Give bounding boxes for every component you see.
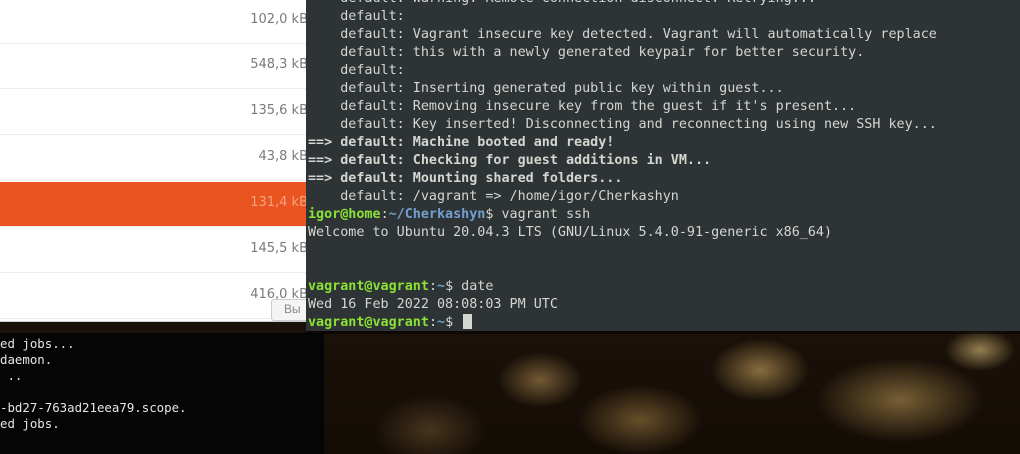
terminal-text: default: Inserting generated public key …: [308, 81, 784, 96]
terminal-text: Wed 16 Feb 2022 08:08:03 PM UTC: [308, 297, 558, 312]
background-terminal-line: ed jobs...: [0, 336, 75, 351]
background-terminal-line: -bd27-763ad21eea79.scope.: [0, 400, 187, 415]
prompt-command: $ date: [445, 279, 494, 294]
prompt-path: ~: [437, 315, 446, 330]
terminal-line: igor@home:~/Cherkashyn$ vagrant ssh: [308, 206, 937, 224]
terminal-output: default: Warning: Remote connection disc…: [308, 0, 937, 331]
terminal-line: Welcome to Ubuntu 20.04.3 LTS (GNU/Linux…: [308, 224, 937, 242]
prompt-user: vagrant@vagrant: [308, 315, 429, 330]
file-row[interactable]: 131,4 kB: [0, 182, 320, 227]
file-manager-window[interactable]: 416,0 kB 145,5 kB 131,4 kB 43,8 kB 135,6 kB 5…: [0, 0, 331, 322]
background-terminal-line: ed jobs.: [0, 416, 60, 431]
file-size: 102,0 kB: [250, 12, 308, 27]
terminal-line: vagrant@vagrant:~$ date: [308, 278, 937, 296]
file-size: 131,4 kB: [250, 195, 308, 210]
prompt-separator: :: [380, 207, 389, 222]
file-size: 135,6 kB: [250, 103, 308, 118]
terminal-status-line: ==> default: Machine booted and ready!: [308, 135, 615, 150]
background-terminal-line: [0, 384, 324, 400]
terminal-line: default: Warning: Remote connection disc…: [308, 0, 937, 8]
file-row[interactable]: 548,3 kB: [0, 44, 320, 89]
terminal-status-line: ==> default: Checking for guest addition…: [308, 153, 712, 168]
terminal-line: default:: [308, 62, 937, 80]
terminal-text: default: /vagrant => /home/igor/Cherkash…: [308, 189, 679, 204]
terminal-text: default:: [308, 63, 405, 78]
background-terminal-line: daemon.: [0, 352, 53, 367]
terminal-line: ==> default: Mounting shared folders...: [308, 170, 937, 188]
prompt-path: ~/Cherkashyn: [388, 207, 486, 222]
prompt-command: $ vagrant ssh: [485, 207, 591, 222]
background-terminal-line: ..: [0, 368, 23, 383]
file-row[interactable]: 135,6 kB: [0, 90, 320, 135]
background-terminal[interactable]: ed jobs... daemon. .. -bd27-763ad21eea79.…: [0, 333, 324, 454]
terminal-window[interactable]: default: Warning: Remote connection disc…: [306, 0, 1020, 331]
terminal-line: default: Inserting generated public key …: [308, 80, 937, 98]
prompt-command: $: [445, 315, 462, 330]
terminal-line: default: Vagrant insecure key detected. …: [308, 26, 937, 44]
prompt-path: ~: [437, 279, 446, 294]
prompt-user: vagrant@vagrant: [308, 279, 429, 294]
terminal-line: default: Key inserted! Disconnecting and…: [308, 116, 937, 134]
prompt-separator: :: [428, 315, 437, 330]
terminal-text: Welcome to Ubuntu 20.04.3 LTS (GNU/Linux…: [308, 225, 833, 240]
terminal-line: default: Removing insecure key from the …: [308, 98, 937, 116]
terminal-line: Wed 16 Feb 2022 08:08:03 PM UTC: [308, 296, 937, 314]
terminal-shadow: [306, 331, 1020, 334]
terminal-text: default: this with a newly generated key…: [308, 45, 865, 60]
file-row[interactable]: 102,0 kB: [0, 0, 320, 44]
terminal-text: default: Vagrant insecure key detected. …: [308, 27, 937, 42]
terminal-line: ==> default: Machine booted and ready!: [308, 134, 937, 152]
file-size: 145,5 kB: [250, 241, 308, 256]
terminal-status-line: ==> default: Mounting shared folders...: [308, 171, 623, 186]
prompt-separator: :: [428, 279, 437, 294]
file-row[interactable]: 43,8 kB: [0, 136, 320, 181]
file-size: 548,3 kB: [250, 57, 308, 72]
terminal-line: vagrant@vagrant:~$: [308, 314, 937, 331]
terminal-text: default: Removing insecure key from the …: [308, 99, 857, 114]
prompt-user: igor@home: [308, 207, 381, 222]
terminal-line: default:: [308, 8, 937, 26]
terminal-text: default:: [308, 9, 405, 24]
terminal-line: default: /vagrant => /home/igor/Cherkash…: [308, 188, 937, 206]
terminal-line: ==> default: Checking for guest addition…: [308, 152, 937, 170]
file-size: 43,8 kB: [258, 149, 308, 164]
terminal-line: default: this with a newly generated key…: [308, 44, 937, 62]
terminal-text: default: Warning: Remote connection disc…: [308, 0, 816, 6]
terminal-cursor: [463, 314, 473, 329]
file-row[interactable]: 145,5 kB: [0, 228, 320, 273]
terminal-text: default: Key inserted! Disconnecting and…: [308, 117, 937, 132]
